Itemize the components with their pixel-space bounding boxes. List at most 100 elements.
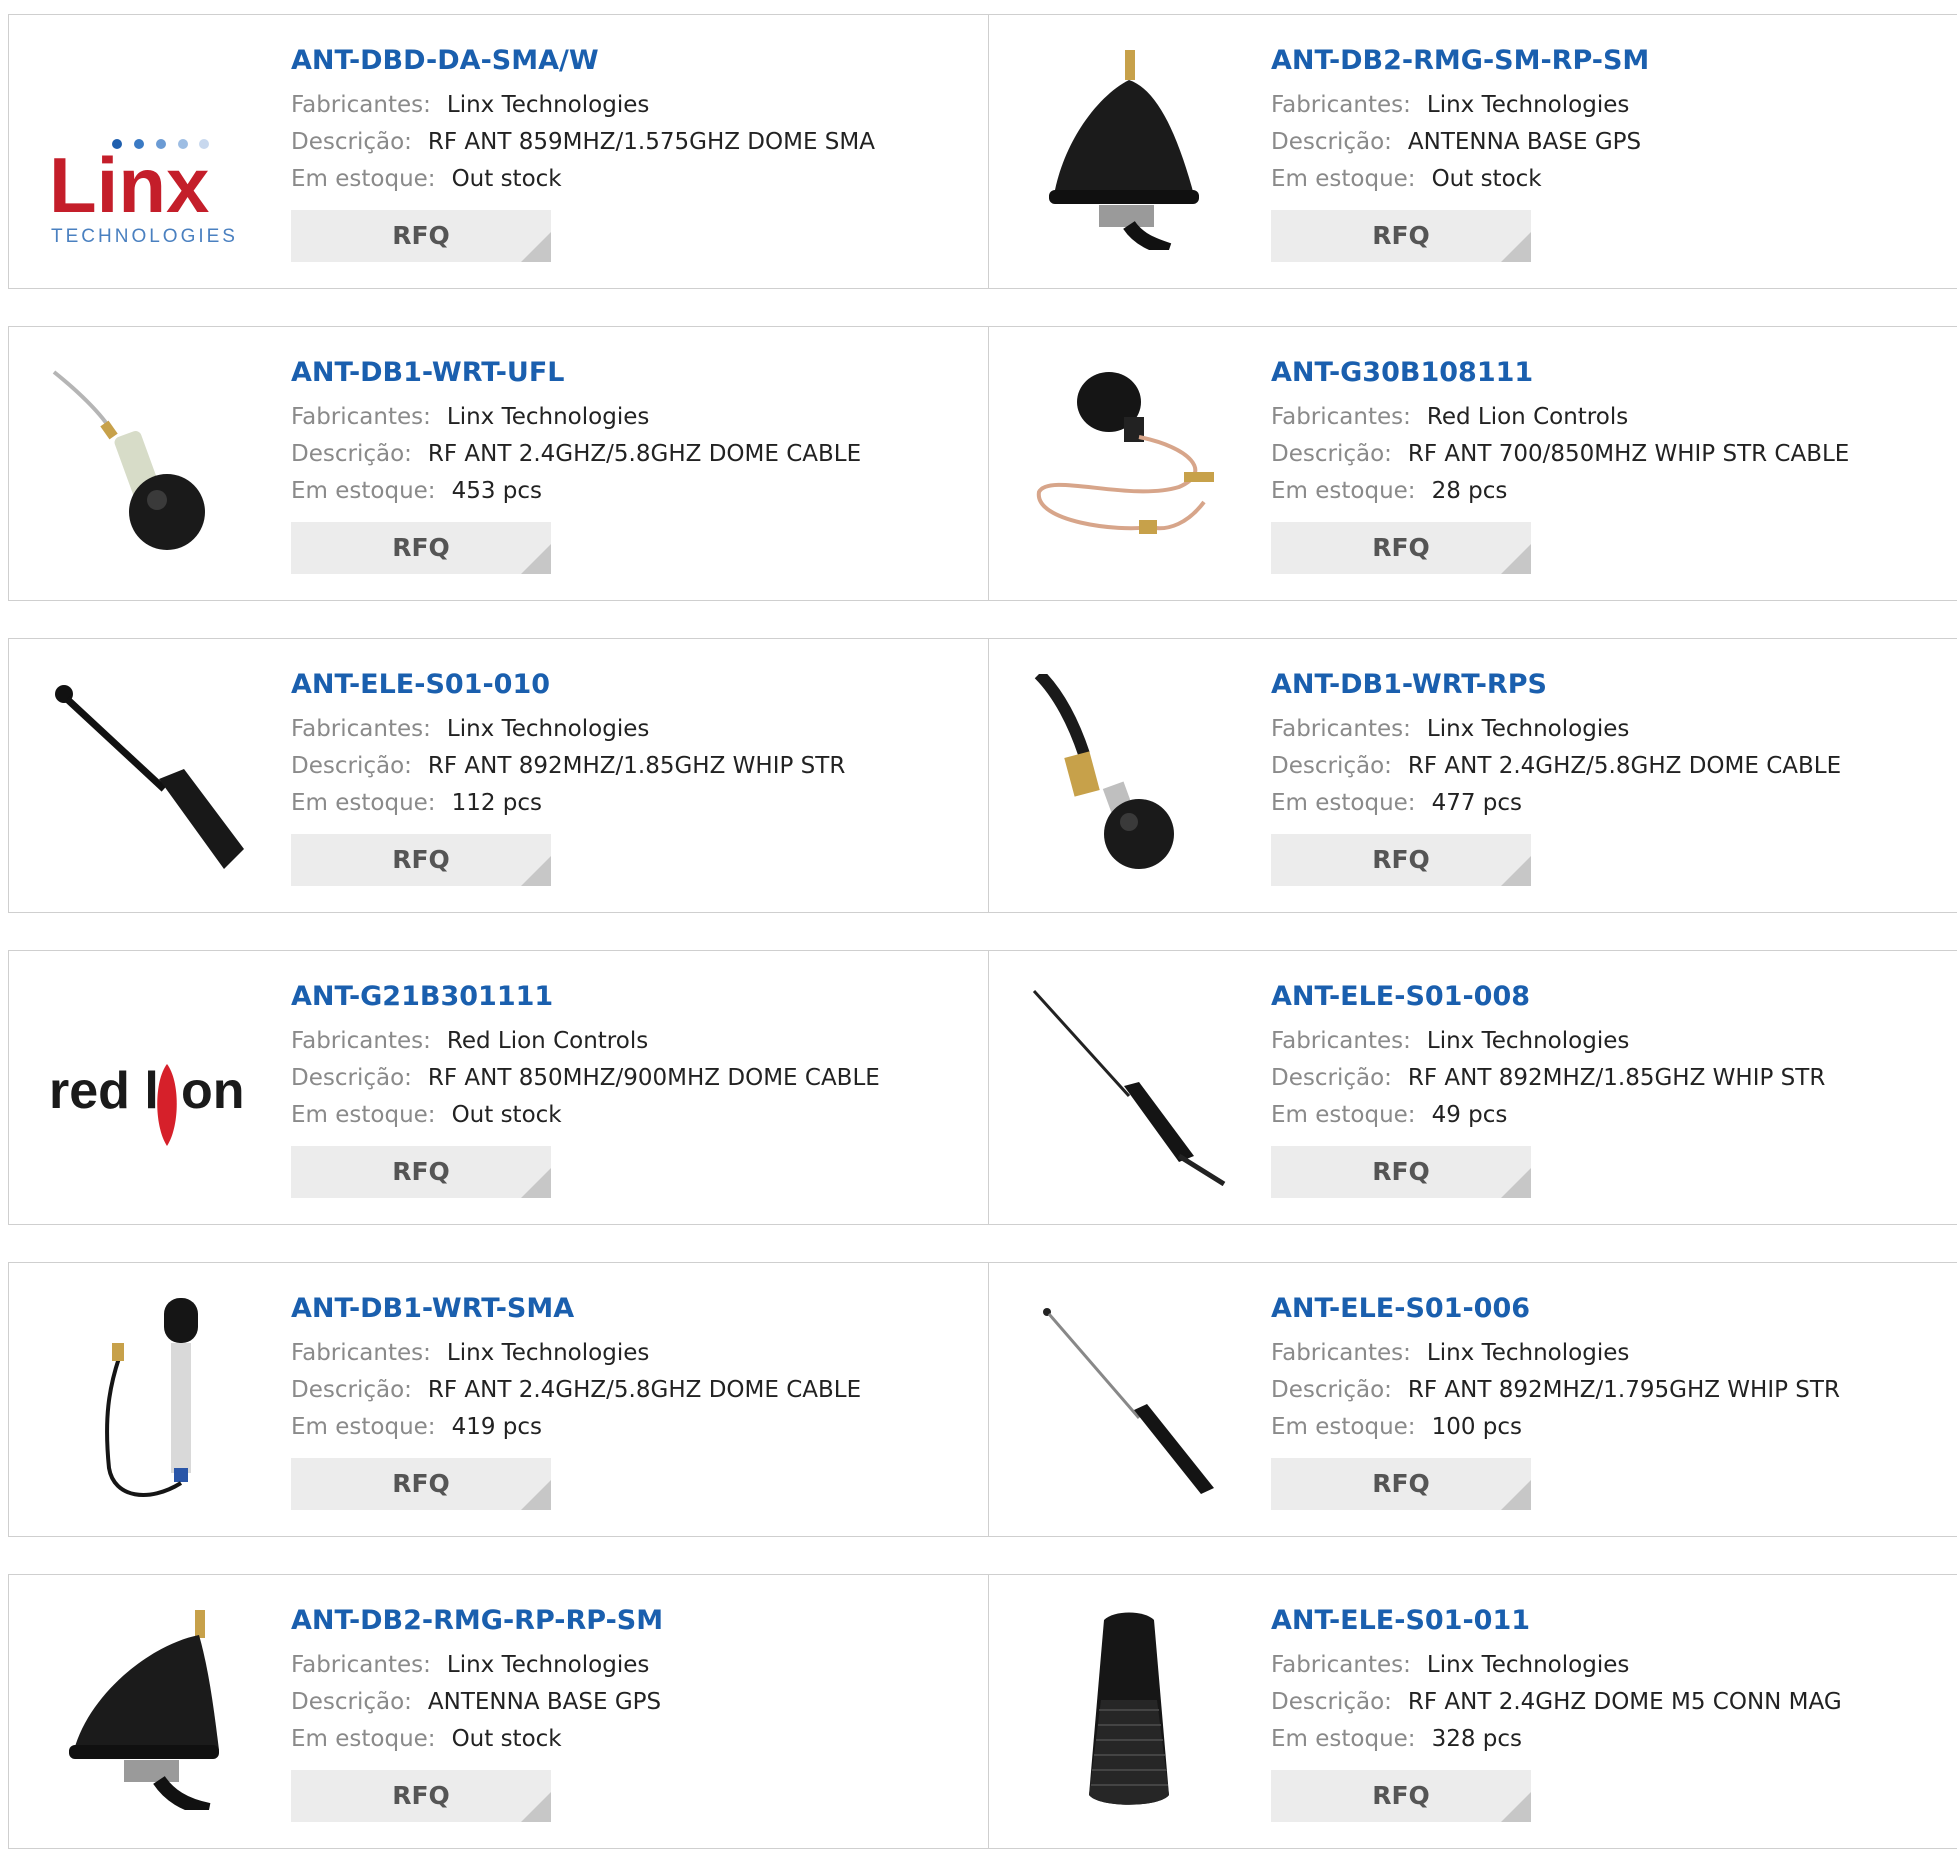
- product-image[interactable]: [1029, 986, 1229, 1186]
- part-number-link[interactable]: ANT-DB2-RMG-SM-RP-SM: [1271, 43, 1649, 79]
- description-value: RF ANT 2.4GHZ/5.8GHZ DOME CABLE: [427, 441, 862, 467]
- shark-fin-antenna-icon: [1049, 50, 1199, 250]
- part-number-link[interactable]: ANT-DB1-WRT-SMA: [291, 1291, 861, 1327]
- manufacturer-label: Fabricantes:: [291, 1028, 431, 1054]
- stock-value: 328 pcs: [1431, 1726, 1523, 1752]
- stock-value: Out stock: [451, 1102, 562, 1128]
- description-value: RF ANT 2.4GHZ/5.8GHZ DOME CABLE: [427, 1377, 862, 1403]
- description-label: Descrição:: [291, 441, 412, 467]
- product-image[interactable]: [49, 362, 249, 562]
- manufacturer-label: Fabricantes:: [1271, 92, 1411, 118]
- part-number-link[interactable]: ANT-DB1-WRT-UFL: [291, 355, 861, 391]
- rfq-button[interactable]: RFQ: [291, 210, 551, 262]
- rfq-label: RFQ: [1372, 1781, 1430, 1810]
- corner-triangle-icon: [521, 232, 551, 262]
- product-image[interactable]: [49, 1298, 249, 1498]
- rfq-button[interactable]: RFQ: [1271, 834, 1531, 886]
- product-image[interactable]: red l on: [49, 986, 249, 1186]
- product-card: ANT-G30B108111 Fabricantes: Red Lion Cont…: [989, 327, 1957, 600]
- part-number-link[interactable]: ANT-DB2-RMG-RP-RP-SM: [291, 1603, 663, 1639]
- rfq-label: RFQ: [392, 221, 450, 250]
- manufacturer-label: Fabricantes:: [291, 716, 431, 742]
- description-value: RF ANT 850MHZ/900MHZ DOME CABLE: [427, 1065, 880, 1091]
- description-label: Descrição:: [1271, 129, 1392, 155]
- rfq-button[interactable]: RFQ: [291, 834, 551, 886]
- product-image[interactable]: [1029, 50, 1229, 250]
- product-image[interactable]: [1029, 1298, 1229, 1498]
- product-image[interactable]: [49, 674, 249, 874]
- corner-triangle-icon: [521, 1480, 551, 1510]
- corner-triangle-icon: [521, 856, 551, 886]
- rfq-button[interactable]: RFQ: [291, 1146, 551, 1198]
- rfq-button[interactable]: RFQ: [1271, 1770, 1531, 1822]
- stock-label: Em estoque:: [291, 1102, 436, 1128]
- svg-text:on: on: [181, 1062, 245, 1120]
- description-label: Descrição:: [1271, 1689, 1392, 1715]
- stock-value: Out stock: [451, 166, 562, 192]
- telescopic-whip-antenna-icon: [1043, 1308, 1214, 1494]
- manufacturer-value: Red Lion Controls: [446, 1028, 649, 1054]
- product-card: Linx TECHNOLOGIES ANT-DBD-DA-SMA/W Fabri…: [9, 15, 989, 288]
- manufacturer-label: Fabricantes:: [1271, 716, 1411, 742]
- product-image[interactable]: Linx TECHNOLOGIES: [49, 50, 249, 250]
- product-image[interactable]: [1029, 362, 1229, 562]
- description-label: Descrição:: [1271, 441, 1392, 467]
- stock-value: 28 pcs: [1431, 478, 1508, 504]
- product-card: ANT-DB2-RMG-RP-RP-SM Fabricantes: Linx Te…: [9, 1575, 989, 1848]
- part-number-link[interactable]: ANT-ELE-S01-011: [1271, 1603, 1842, 1639]
- stock-value: Out stock: [1431, 166, 1542, 192]
- manufacturer-label: Fabricantes:: [291, 1652, 431, 1678]
- description-value: ANTENNA BASE GPS: [427, 1689, 662, 1715]
- description-value: RF ANT 892MHZ/1.85GHZ WHIP STR: [427, 753, 846, 779]
- rfq-label: RFQ: [1372, 1469, 1430, 1498]
- part-number-link[interactable]: ANT-G30B108111: [1271, 355, 1849, 391]
- rfq-label: RFQ: [392, 1781, 450, 1810]
- rfq-button[interactable]: RFQ: [1271, 1146, 1531, 1198]
- rfq-button[interactable]: RFQ: [291, 522, 551, 574]
- rfq-button[interactable]: RFQ: [291, 1458, 551, 1510]
- description-value: RF ANT 700/850MHZ WHIP STR CABLE: [1407, 441, 1850, 467]
- product-card: ANT-ELE-S01-010 Fabricantes: Linx Technol…: [9, 639, 989, 912]
- manufacturer-label: Fabricantes:: [1271, 404, 1411, 430]
- product-row: red l on ANT-G21B301111 Fabricantes: Red …: [8, 950, 1957, 1225]
- product-row: ANT-DB1-WRT-UFL Fabricantes: Linx Technol…: [8, 326, 1957, 601]
- corner-triangle-icon: [1501, 1480, 1531, 1510]
- part-number-link[interactable]: ANT-ELE-S01-010: [291, 667, 845, 703]
- svg-text:Linx: Linx: [49, 141, 209, 229]
- part-number-link[interactable]: ANT-G21B301111: [291, 979, 880, 1015]
- stock-value: 112 pcs: [451, 790, 543, 816]
- product-row: ANT-DB1-WRT-SMA Fabricantes: Linx Technol…: [8, 1262, 1957, 1537]
- pigtail-antenna-icon: [105, 1298, 198, 1497]
- manufacturer-value: Linx Technologies: [1426, 92, 1630, 118]
- linx-technologies-logo: Linx TECHNOLOGIES: [49, 139, 235, 247]
- part-number-link[interactable]: ANT-DBD-DA-SMA/W: [291, 43, 875, 79]
- part-number-link[interactable]: ANT-ELE-S01-008: [1271, 979, 1825, 1015]
- description-label: Descrição:: [1271, 753, 1392, 779]
- corner-triangle-icon: [1501, 856, 1531, 886]
- product-card: ANT-DB1-WRT-SMA Fabricantes: Linx Technol…: [9, 1263, 989, 1536]
- stock-value: 477 pcs: [1431, 790, 1523, 816]
- manufacturer-value: Linx Technologies: [446, 716, 650, 742]
- part-number-link[interactable]: ANT-DB1-WRT-RPS: [1271, 667, 1841, 703]
- product-row: ANT-DB2-RMG-RP-RP-SM Fabricantes: Linx Te…: [8, 1574, 1957, 1849]
- stock-label: Em estoque:: [1271, 1102, 1416, 1128]
- corner-triangle-icon: [1501, 544, 1531, 574]
- rfq-button[interactable]: RFQ: [1271, 210, 1531, 262]
- description-label: Descrição:: [291, 753, 412, 779]
- product-image[interactable]: [1029, 674, 1229, 874]
- rfq-button[interactable]: RFQ: [291, 1770, 551, 1822]
- rfq-button[interactable]: RFQ: [1271, 522, 1531, 574]
- part-number-link[interactable]: ANT-ELE-S01-006: [1271, 1291, 1840, 1327]
- manufacturer-label: Fabricantes:: [1271, 1340, 1411, 1366]
- dome-antenna-cable-icon: [52, 370, 205, 550]
- description-value: RF ANT 892MHZ/1.85GHZ WHIP STR: [1407, 1065, 1826, 1091]
- manufacturer-label: Fabricantes:: [291, 92, 431, 118]
- manufacturer-value: Linx Technologies: [1426, 1340, 1630, 1366]
- stock-value: 419 pcs: [451, 1414, 543, 1440]
- product-image[interactable]: [1029, 1610, 1229, 1810]
- rfq-label: RFQ: [1372, 845, 1430, 874]
- rfq-label: RFQ: [1372, 1157, 1430, 1186]
- rfq-button[interactable]: RFQ: [1271, 1458, 1531, 1510]
- rfq-label: RFQ: [392, 533, 450, 562]
- product-image[interactable]: [49, 1610, 249, 1810]
